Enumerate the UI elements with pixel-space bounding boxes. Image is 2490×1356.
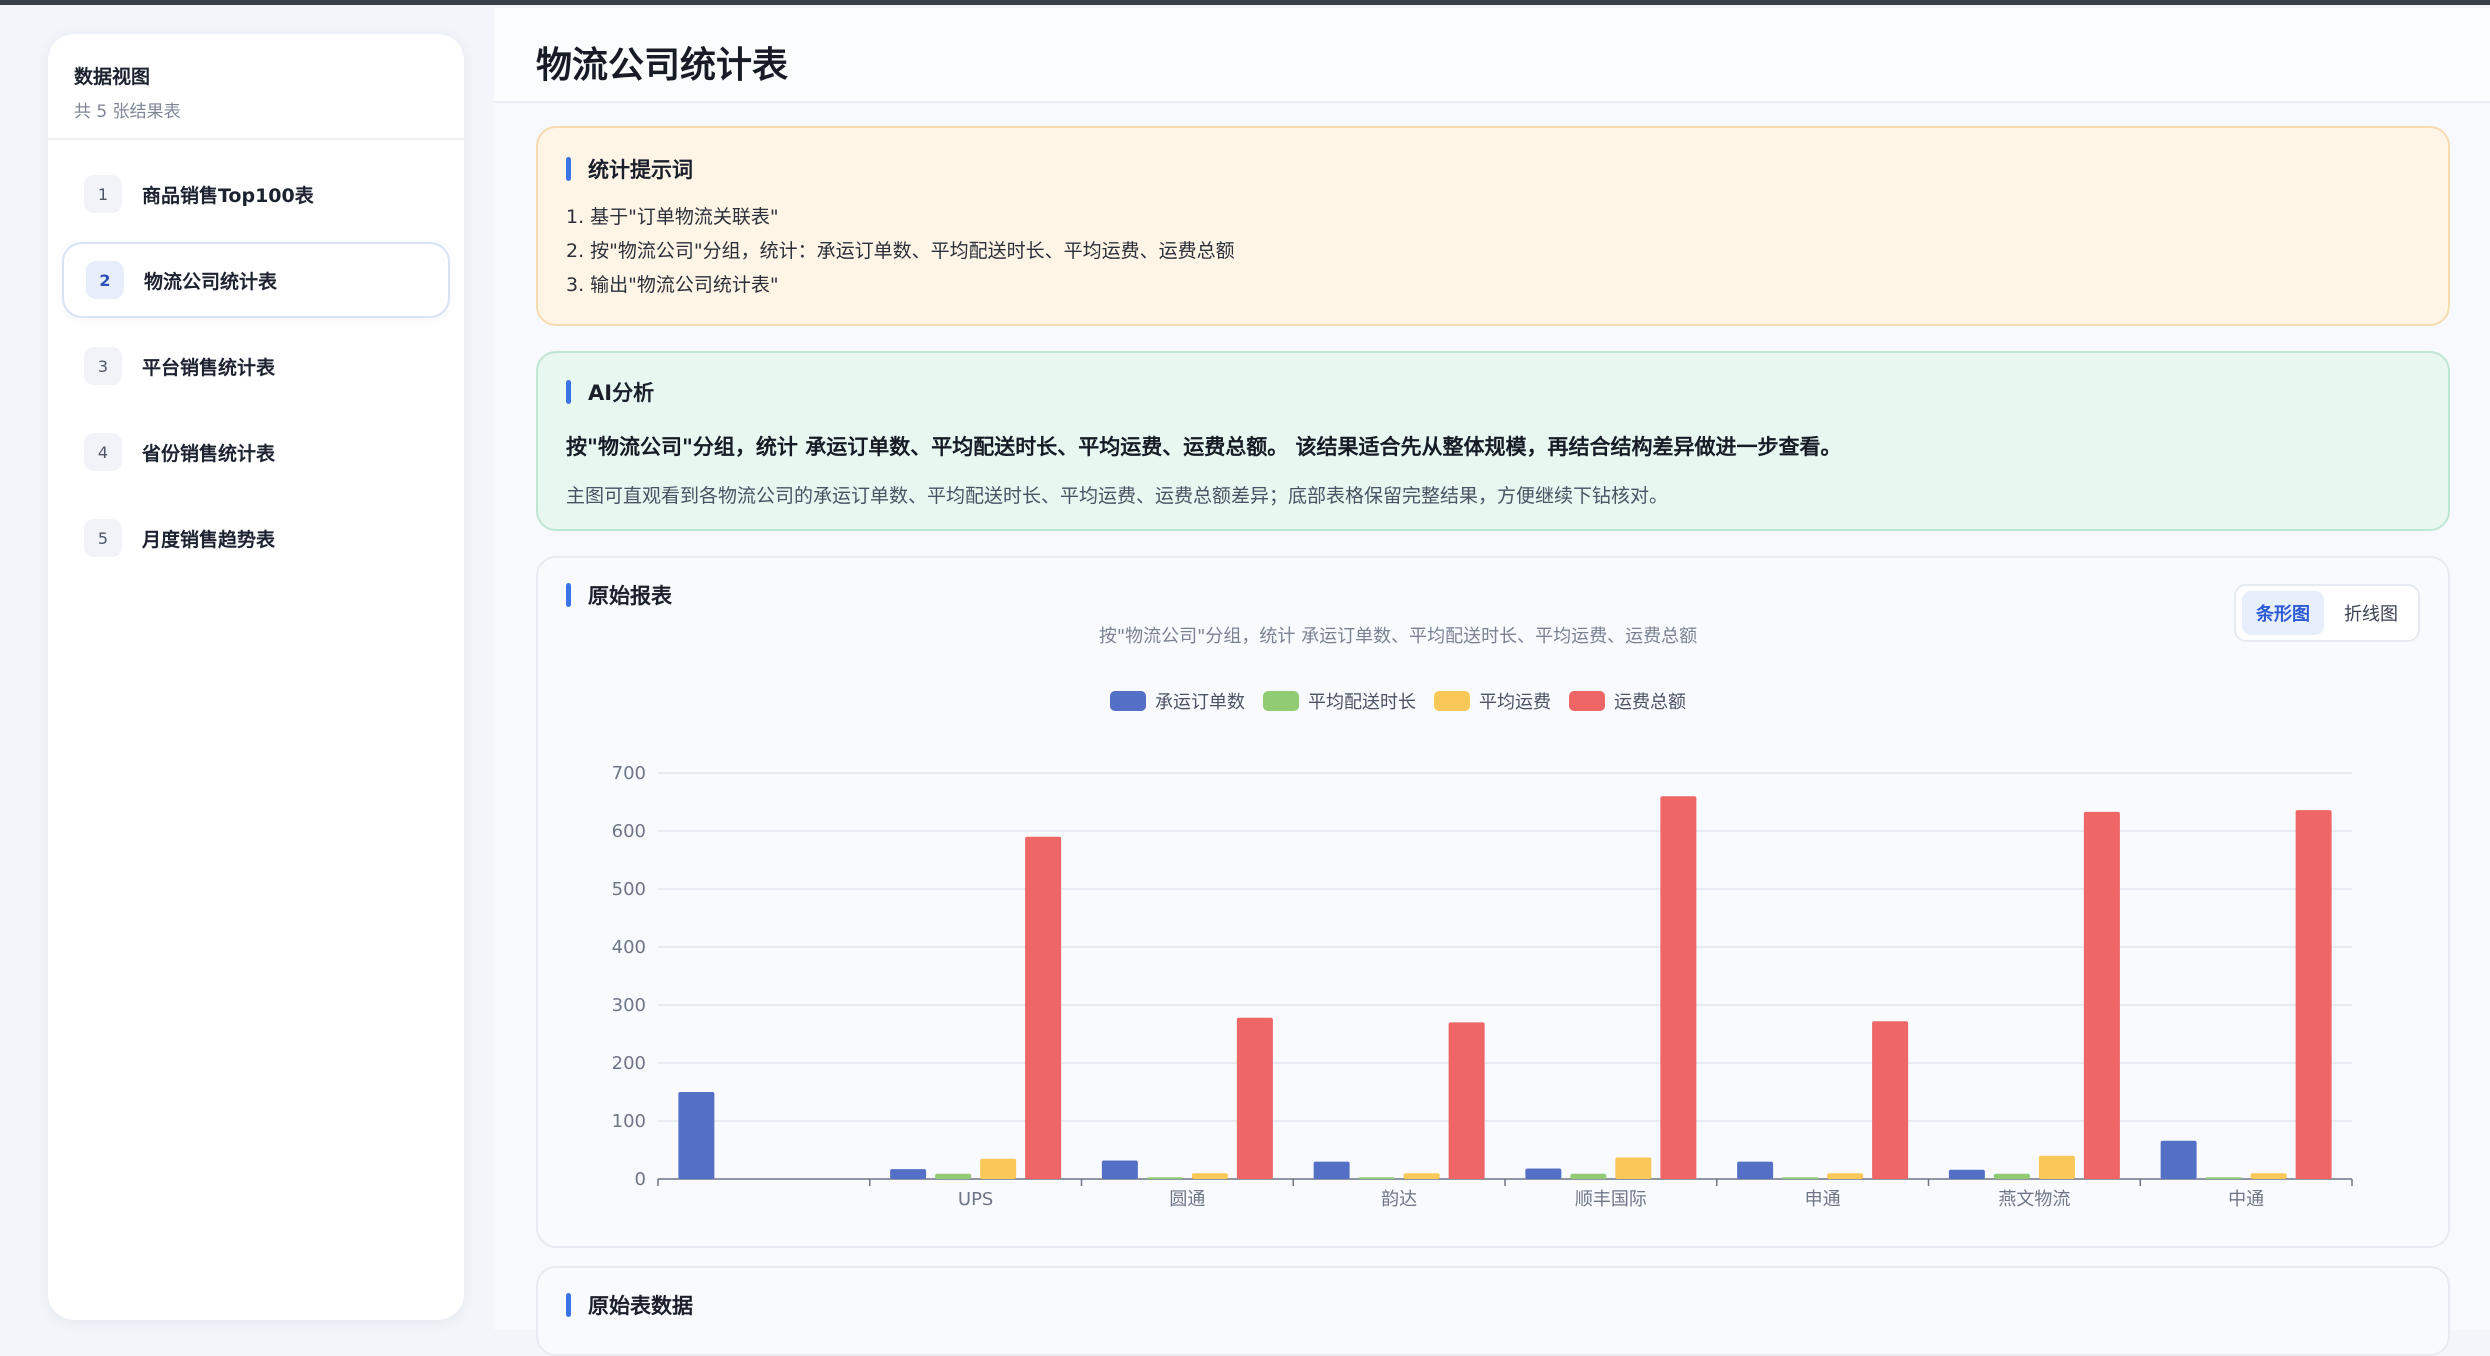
stat-prompt-title-text: 统计提示词 bbox=[588, 158, 693, 182]
bar bbox=[1236, 1017, 1273, 1179]
bar bbox=[678, 1092, 715, 1179]
sidebar-item-number: 1 bbox=[84, 175, 122, 213]
page-header: 物流公司统计表 bbox=[494, 8, 2490, 103]
raw-data-title: 原始表数据 bbox=[566, 1290, 693, 1320]
x-tick-label: 燕文物流 bbox=[1998, 1189, 2070, 1210]
bar bbox=[2038, 1155, 2075, 1179]
raw-report-card: 原始报表 按"物流公司"分组，统计 承运订单数、平均配送时长、平均运费、运费总额… bbox=[536, 556, 2450, 1248]
bar bbox=[2250, 1173, 2287, 1179]
title-accent-bar bbox=[566, 1293, 571, 1317]
bar bbox=[1358, 1177, 1395, 1179]
x-tick-label: 韵达 bbox=[1381, 1189, 1417, 1210]
bar bbox=[1025, 836, 1062, 1179]
sidebar-item-number: 3 bbox=[84, 347, 122, 385]
bar bbox=[1101, 1160, 1138, 1179]
raw-data-card: 原始表数据 bbox=[536, 1266, 2450, 1356]
bar bbox=[1313, 1161, 1350, 1179]
bar bbox=[1827, 1173, 1864, 1179]
sidebar-item-number: 2 bbox=[86, 261, 124, 299]
bar bbox=[1146, 1177, 1183, 1179]
bar bbox=[1448, 1022, 1485, 1179]
bar bbox=[1993, 1173, 2030, 1179]
bar bbox=[935, 1173, 972, 1179]
y-tick-label: 200 bbox=[612, 1053, 646, 1074]
y-tick-label: 400 bbox=[612, 937, 646, 958]
window-top-edge bbox=[0, 0, 2490, 5]
prompt-line-1: 1. 基于"订单物流关联表" bbox=[566, 206, 779, 228]
main-content: 物流公司统计表 统计提示词 1. 基于"订单物流关联表" 2. 按"物流公司"分… bbox=[494, 8, 2490, 1356]
sidebar-item-platform[interactable]: 3 平台销售统计表 bbox=[62, 328, 450, 404]
bar bbox=[1872, 1021, 1909, 1179]
ai-analysis-card: AI分析 按"物流公司"分组，统计 承运订单数、平均配送时长、平均运费、运费总额… bbox=[536, 351, 2450, 531]
x-tick-label: 申通 bbox=[1805, 1189, 1841, 1210]
bar bbox=[1615, 1157, 1652, 1179]
x-tick-label: 中通 bbox=[2228, 1189, 2264, 1210]
ai-analysis-title-text: AI分析 bbox=[588, 381, 655, 405]
sidebar-item-product-top100[interactable]: 1 商品销售Top100表 bbox=[62, 156, 450, 232]
sidebar-title: 数据视图 bbox=[74, 66, 151, 88]
x-tick-label: 圆通 bbox=[1169, 1189, 1205, 1210]
title-accent-bar bbox=[566, 157, 571, 181]
stat-prompt-card: 统计提示词 1. 基于"订单物流关联表" 2. 按"物流公司"分组，统计：承运订… bbox=[536, 126, 2450, 326]
prompt-line-3: 3. 输出"物流公司统计表" bbox=[566, 274, 779, 296]
x-tick-label: UPS bbox=[958, 1189, 993, 1210]
bar bbox=[2205, 1177, 2242, 1179]
sidebar-item-province[interactable]: 4 省份销售统计表 bbox=[62, 414, 450, 490]
bar bbox=[1191, 1173, 1228, 1179]
y-tick-label: 500 bbox=[612, 879, 646, 900]
sidebar-item-logistics[interactable]: 2 物流公司统计表 bbox=[62, 242, 450, 318]
ai-analysis-title: AI分析 bbox=[566, 377, 654, 407]
bar bbox=[1525, 1168, 1562, 1179]
ai-analysis-text: 主图可直观看到各物流公司的承运订单数、平均配送时长、平均运费、运费总额差异；底部… bbox=[566, 485, 1669, 507]
bar-chart: 0 100 200 300 400 500 600 700 UPS 圆通 韵达 顺丰国际 申通 燕文物流 中… bbox=[612, 763, 2353, 1210]
stat-prompt-title: 统计提示词 bbox=[566, 154, 693, 184]
bar bbox=[1570, 1173, 1607, 1179]
raw-data-title-text: 原始表数据 bbox=[588, 1294, 693, 1318]
bar bbox=[1403, 1173, 1440, 1179]
sidebar-header: 数据视图 共 5 张结果表 bbox=[48, 34, 464, 140]
y-tick-label: 0 bbox=[635, 1169, 646, 1190]
ai-analysis-headline: 按"物流公司"分组，统计 承运订单数、平均配送时长、平均运费、运费总额。 该结果… bbox=[566, 435, 1842, 459]
y-tick-label: 300 bbox=[612, 995, 646, 1016]
y-tick-label: 700 bbox=[612, 763, 646, 784]
sidebar-item-number: 4 bbox=[84, 433, 122, 471]
prompt-line-2: 2. 按"物流公司"分组，统计：承运订单数、平均配送时长、平均运费、运费总额 bbox=[566, 240, 1235, 262]
bar bbox=[1737, 1161, 1774, 1179]
x-tick-label: 顺丰国际 bbox=[1575, 1189, 1647, 1210]
bar bbox=[890, 1169, 927, 1179]
bar bbox=[1948, 1169, 1985, 1179]
bar bbox=[2083, 811, 2120, 1179]
bar bbox=[1660, 796, 1697, 1179]
bar bbox=[2160, 1140, 2197, 1179]
title-accent-bar bbox=[566, 380, 571, 404]
sidebar-item-label: 月度销售趋势表 bbox=[142, 528, 276, 551]
bar bbox=[1782, 1177, 1819, 1179]
sidebar-item-monthly[interactable]: 5 月度销售趋势表 bbox=[62, 500, 450, 576]
sidebar-item-label: 物流公司统计表 bbox=[144, 270, 278, 293]
sidebar: 数据视图 共 5 张结果表 1 商品销售Top100表 2 物流公司统计表 3 … bbox=[48, 34, 464, 1320]
sidebar-item-number: 5 bbox=[84, 519, 122, 557]
sidebar-item-label: 商品销售Top100表 bbox=[142, 184, 314, 207]
bar bbox=[980, 1158, 1017, 1179]
sidebar-item-label: 省份销售统计表 bbox=[142, 442, 276, 465]
bar bbox=[2295, 810, 2332, 1179]
y-tick-label: 600 bbox=[612, 821, 646, 842]
y-tick-label: 100 bbox=[612, 1111, 646, 1132]
sidebar-subtitle: 共 5 张结果表 bbox=[74, 102, 181, 122]
sidebar-item-label: 平台销售统计表 bbox=[142, 356, 276, 379]
page-title: 物流公司统计表 bbox=[536, 45, 789, 86]
